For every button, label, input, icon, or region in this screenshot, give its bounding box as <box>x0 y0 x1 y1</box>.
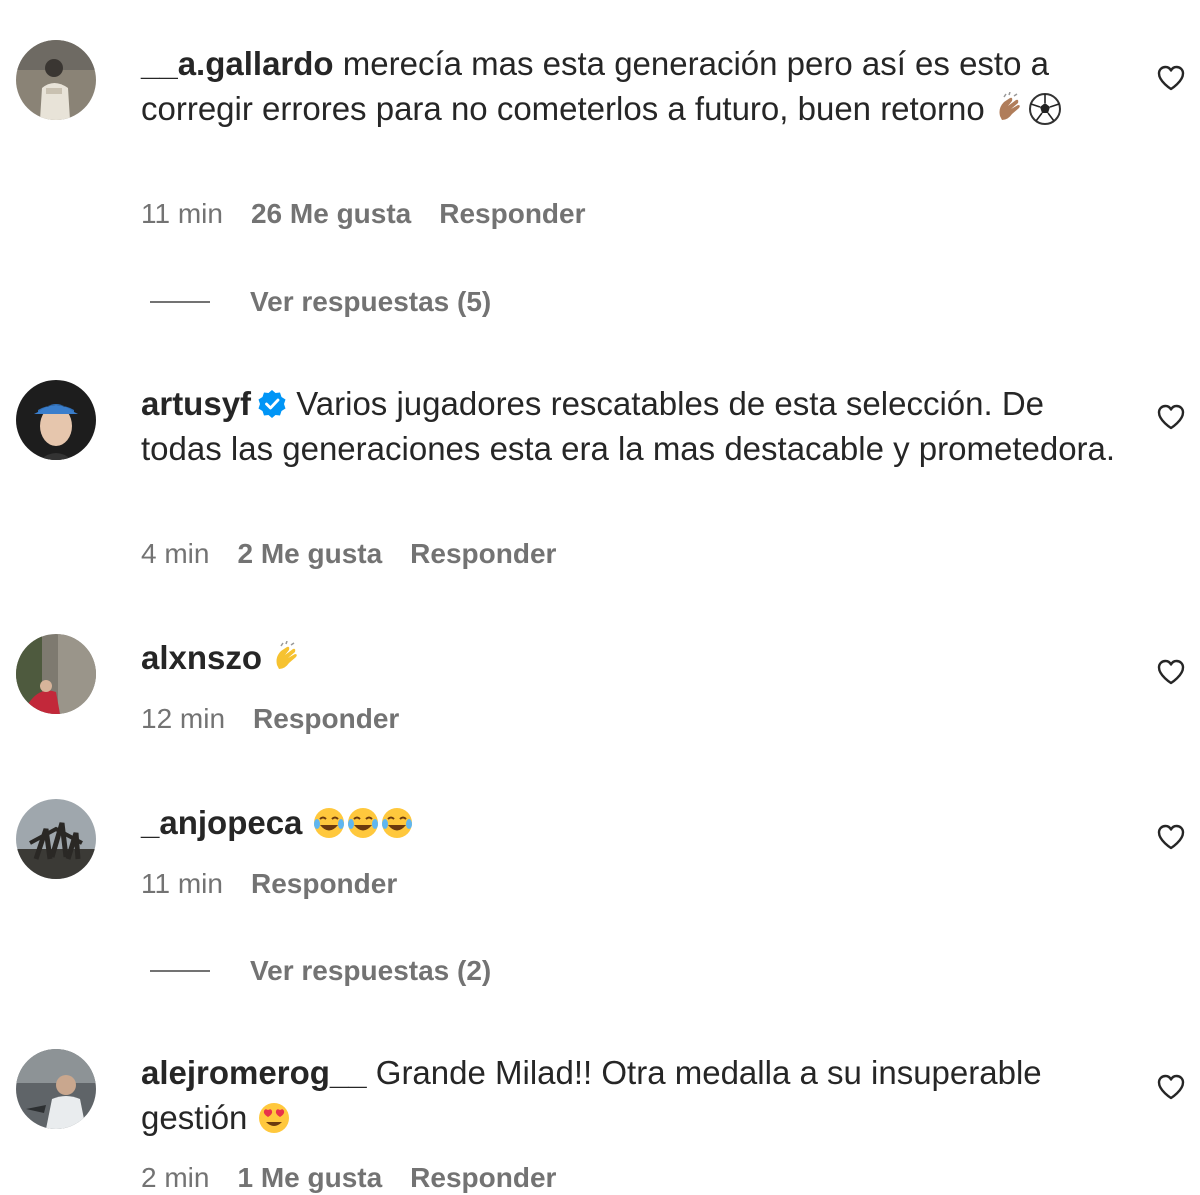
comment-body: Varios jugadores rescatables de esta sel… <box>141 385 1116 467</box>
comment-likes[interactable]: 1 Me gusta <box>237 1162 382 1193</box>
avatar[interactable] <box>16 40 96 120</box>
avatar-image <box>16 634 96 714</box>
comment-time: 12 min <box>141 703 226 734</box>
like-heart-icon[interactable] <box>1155 401 1187 433</box>
comment-text: artusyf Varios jugadores rescatables de … <box>141 381 1131 471</box>
like-heart-icon[interactable] <box>1155 1071 1187 1103</box>
view-replies-label: Ver respuestas (5) <box>250 286 492 317</box>
clapping-hands-emoji <box>994 91 1028 137</box>
comment-time: 4 min <box>141 538 210 569</box>
avatar[interactable] <box>16 1049 96 1129</box>
like-heart-icon[interactable] <box>1155 656 1187 688</box>
avatar-image <box>16 799 96 879</box>
reply-button[interactable]: Responder <box>253 703 399 734</box>
heart-eyes-emoji <box>257 1101 291 1146</box>
avatar-image <box>16 1049 96 1129</box>
comment-username[interactable]: artusyf <box>141 385 251 422</box>
comment-text: _anjopeca <box>141 800 1131 851</box>
avatar-image <box>16 380 96 460</box>
avatar[interactable] <box>16 634 96 714</box>
replies-divider <box>150 970 210 972</box>
view-replies-button[interactable]: Ver respuestas (5) <box>150 284 491 320</box>
view-replies-label: Ver respuestas (2) <box>250 955 492 986</box>
reply-button[interactable]: Responder <box>410 538 556 569</box>
comment-text: alejromerog__ Grande Milad!! Otra medall… <box>141 1050 1131 1146</box>
like-heart-icon[interactable] <box>1155 62 1187 94</box>
comment-time: 2 min <box>141 1162 210 1193</box>
face-with-tears-of-joy-emoji <box>346 806 380 851</box>
comment-time: 11 min <box>141 868 223 899</box>
comment-likes[interactable]: 2 Me gusta <box>237 538 382 569</box>
avatar-image <box>16 40 96 120</box>
comment-text: alxnszo <box>141 635 1131 686</box>
replies-divider <box>150 301 210 303</box>
view-replies-button[interactable]: Ver respuestas (2) <box>150 953 491 989</box>
like-heart-icon[interactable] <box>1155 821 1187 853</box>
face-with-tears-of-joy-emoji <box>312 806 346 851</box>
reply-button[interactable]: Responder <box>251 868 397 899</box>
comment-username[interactable]: _anjopeca <box>141 804 302 841</box>
avatar[interactable] <box>16 799 96 879</box>
comment-username[interactable]: alxnszo <box>141 639 262 676</box>
comment-username[interactable]: alejromerog__ <box>141 1054 367 1091</box>
verified-badge-icon <box>258 390 286 418</box>
reply-button[interactable]: Responder <box>410 1162 556 1193</box>
face-with-tears-of-joy-emoji <box>380 806 414 851</box>
comment-username[interactable]: __a.gallardo <box>141 45 334 82</box>
soccer-ball-emoji <box>1028 92 1062 137</box>
comment-text: __a.gallardo merecía mas esta generación… <box>141 41 1131 137</box>
comment-likes[interactable]: 26 Me gusta <box>251 198 411 229</box>
reply-button[interactable]: Responder <box>439 198 585 229</box>
comment-time: 11 min <box>141 198 223 229</box>
clapping-hands-emoji <box>271 640 305 686</box>
avatar[interactable] <box>16 380 96 460</box>
